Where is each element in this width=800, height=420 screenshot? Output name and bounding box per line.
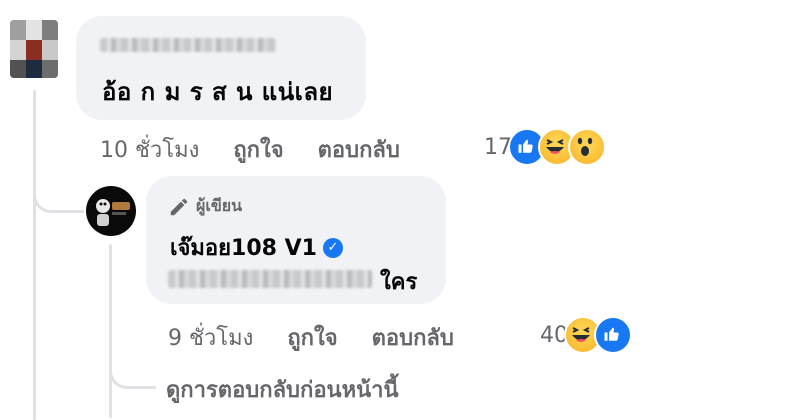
wow-icon	[568, 128, 606, 166]
commenter-name-blurred[interactable]	[100, 38, 276, 52]
comment-actions: 10 ชั่วโมง ถูกใจ ตอบกลับ	[100, 132, 400, 167]
comment-bubble: อ้อ ก ม ร ส น แน่เลย	[76, 16, 366, 120]
reply-text-blurred	[168, 270, 372, 288]
comment-text: อ้อ ก ม ร ส น แน่เลย	[102, 78, 334, 106]
pencil-icon	[170, 198, 188, 215]
reply-text-suffix: ใคร	[380, 270, 418, 295]
reply-actions: 9 ชั่วโมง ถูกใจ ตอบกลับ	[168, 320, 454, 355]
like-button[interactable]: ถูกใจ	[233, 132, 283, 167]
verified-icon: ✓	[322, 237, 343, 258]
reply-bubble: ผู้เขียน เจ๊มอย108 V1 ✓ ใคร	[146, 176, 446, 304]
comment-time[interactable]: 10 ชั่วโมง	[100, 132, 199, 167]
thread-line-reply	[109, 244, 112, 418]
comment-reactions[interactable]: 17	[484, 128, 606, 166]
commenter-avatar[interactable]	[10, 20, 58, 78]
reply-author-name[interactable]: เจ๊มอย108 V1	[170, 230, 317, 265]
reply-reactions[interactable]: 40	[540, 316, 632, 354]
author-badge: ผู้เขียน	[168, 194, 242, 219]
thread-line-main	[33, 90, 36, 420]
author-avatar[interactable]	[86, 186, 136, 236]
thread-connector-previous	[109, 360, 156, 389]
reply-button[interactable]: ตอบกลับ	[318, 132, 400, 167]
reply-time[interactable]: 9 ชั่วโมง	[168, 320, 253, 355]
author-badge-label: ผู้เขียน	[196, 196, 243, 215]
thread-connector-reply	[33, 170, 84, 213]
view-previous-replies-link[interactable]: ดูการตอบกลับก่อนหน้านี้	[166, 372, 399, 407]
reply-reply-button[interactable]: ตอบกลับ	[372, 320, 454, 355]
reply-like-button[interactable]: ถูกใจ	[287, 320, 337, 355]
like-icon	[594, 316, 632, 354]
reply-author[interactable]: เจ๊มอย108 V1 ✓	[170, 230, 343, 265]
